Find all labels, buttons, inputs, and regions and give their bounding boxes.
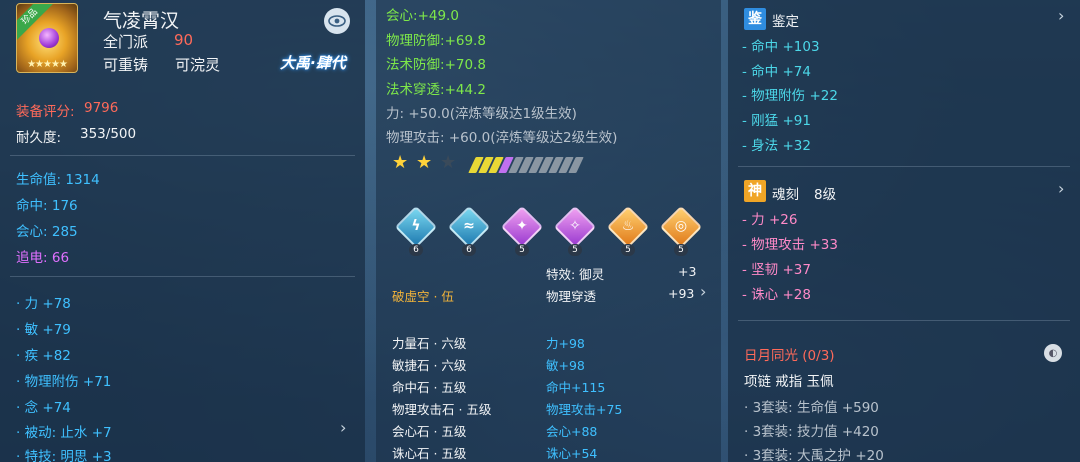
item-stars-icon: ★★★★★: [27, 59, 68, 70]
appraise-stat: - 命中 +74: [742, 64, 811, 80]
soul-title: 魂刻: [772, 187, 799, 203]
gem-name: 会心石 · 五级: [392, 424, 467, 439]
pierce-value: +93: [668, 286, 695, 301]
gem-slot[interactable]: ≈ 6: [447, 205, 491, 256]
soul-tag: 神: [744, 180, 766, 202]
appraise-stat: - 刚猛 +91: [742, 113, 811, 129]
green-stat: 法术穿透:+44.2: [386, 82, 486, 98]
pierce-label: 物理穿透: [546, 289, 597, 304]
set-bonus: · 3套装: 生命值 +590: [744, 400, 879, 416]
effect-label: 特效: 御灵: [546, 267, 605, 282]
extra-stat: · 敏 +79: [16, 322, 71, 338]
refine-stat: 物理攻击: +60.0(淬炼等级达2级生效): [386, 130, 618, 146]
chevron-right-icon[interactable]: ›: [340, 418, 346, 437]
effect-value: +3: [678, 264, 697, 279]
green-stat: 会心:+49.0: [386, 8, 459, 24]
gem-icon: [39, 28, 59, 48]
divider: [738, 166, 1070, 167]
gem-name: 命中石 · 五级: [392, 380, 467, 395]
gem-name: 物理攻击石 · 五级: [392, 402, 492, 417]
durability-value: 353/500: [80, 126, 137, 142]
appraise-title: 鉴定: [772, 14, 799, 30]
eye-icon[interactable]: [324, 8, 350, 34]
gem-slot[interactable]: ♨ 5: [606, 205, 650, 256]
item-level: 90: [174, 31, 194, 49]
stat-hp: 生命值: 1314: [16, 172, 100, 188]
soul-stat: - 坚韧 +37: [742, 262, 811, 278]
item-sect: 全门派: [103, 33, 149, 51]
score-value: 9796: [84, 100, 119, 116]
appraise-panel: 鉴 鉴定 › - 命中 +103 - 命中 +74 - 物理附伤 +22 - 刚…: [728, 0, 1080, 462]
divider: [738, 320, 1070, 321]
passive-skill: · 被动: 止水 +7: [16, 425, 112, 441]
refine-level-bar: [468, 157, 584, 173]
gem-slot[interactable]: ◎ 5: [659, 205, 703, 256]
info-circle-icon[interactable]: ◐: [1044, 344, 1062, 362]
gem-set-name: 破虚空 · 伍: [392, 289, 454, 304]
chevron-right-icon[interactable]: ›: [1058, 179, 1064, 198]
set-parts: 项链 戒指 玉佩: [744, 374, 834, 390]
set-bonus: · 3套装: 大禹之护 +20: [744, 448, 884, 462]
durability-label: 耐久度:: [16, 130, 62, 146]
refine-stat: 力: +50.0(淬炼等级达1级生效): [386, 106, 577, 122]
extra-stat: · 力 +78: [16, 296, 71, 312]
set-title: 日月同光 (0/3): [744, 348, 835, 364]
chevron-right-icon[interactable]: ›: [1058, 6, 1064, 25]
special-skill: · 特技: 明思 +3: [16, 449, 112, 462]
extra-stat: · 念 +74: [16, 400, 71, 416]
extra-stat: · 物理附伤 +71: [16, 374, 112, 390]
soul-stat: - 诛心 +28: [742, 287, 811, 303]
soul-stat: - 力 +26: [742, 212, 798, 228]
appraise-stat: - 身法 +32: [742, 138, 811, 154]
set-bonus: · 3套装: 技力值 +420: [744, 424, 879, 440]
star-icon: ★: [392, 152, 409, 173]
star-icon: ★: [416, 152, 433, 173]
gem-value: 命中+115: [546, 380, 606, 395]
recast-tag: 可重铸: [103, 56, 149, 74]
item-info-panel: 珍品 ★★★★★ 气凌霄汉 全门派 90 可重铸 可浣灵 大禹·肆代 装备评分:…: [0, 0, 365, 462]
infuse-tag: 可浣灵: [175, 56, 221, 74]
expansion-logo: 大禹·肆代: [280, 54, 346, 72]
gem-slot[interactable]: ✧ 5: [553, 205, 597, 256]
stat-chase: 追电: 66: [16, 250, 70, 266]
item-name: 气凌霄汉: [103, 10, 180, 32]
soul-level: 8级: [814, 187, 837, 203]
soul-stat: - 物理攻击 +33: [742, 237, 838, 253]
gem-value: 敏+98: [546, 358, 585, 373]
divider: [10, 276, 355, 277]
gem-value: 力+98: [546, 336, 585, 351]
green-stat: 物理防御:+69.8: [386, 33, 486, 49]
gem-name: 力量石 · 六级: [392, 336, 467, 351]
gem-value: 诛心+54: [546, 446, 598, 461]
gem-slot[interactable]: ✦ 5: [500, 205, 544, 256]
appraise-stat: - 命中 +103: [742, 39, 820, 55]
divider: [10, 155, 355, 156]
stat-hit: 命中: 176: [16, 198, 78, 214]
item-icon: 珍品 ★★★★★: [16, 3, 78, 73]
gem-value: 物理攻击+75: [546, 402, 623, 417]
gem-name: 诛心石 · 五级: [392, 446, 467, 461]
stat-crit: 会心: 285: [16, 224, 78, 240]
green-stat: 法术防御:+70.8: [386, 57, 486, 73]
appraise-stat: - 物理附伤 +22: [742, 88, 838, 104]
chevron-right-icon[interactable]: ›: [700, 282, 706, 301]
score-label: 装备评分:: [16, 104, 75, 120]
extra-stat: · 疾 +82: [16, 348, 71, 364]
gem-value: 会心+88: [546, 424, 598, 439]
star-empty-icon: ★: [440, 152, 457, 173]
gem-slot[interactable]: ϟ 6: [394, 205, 438, 256]
gem-name: 敏捷石 · 六级: [392, 358, 467, 373]
appraise-tag: 鉴: [744, 8, 766, 30]
